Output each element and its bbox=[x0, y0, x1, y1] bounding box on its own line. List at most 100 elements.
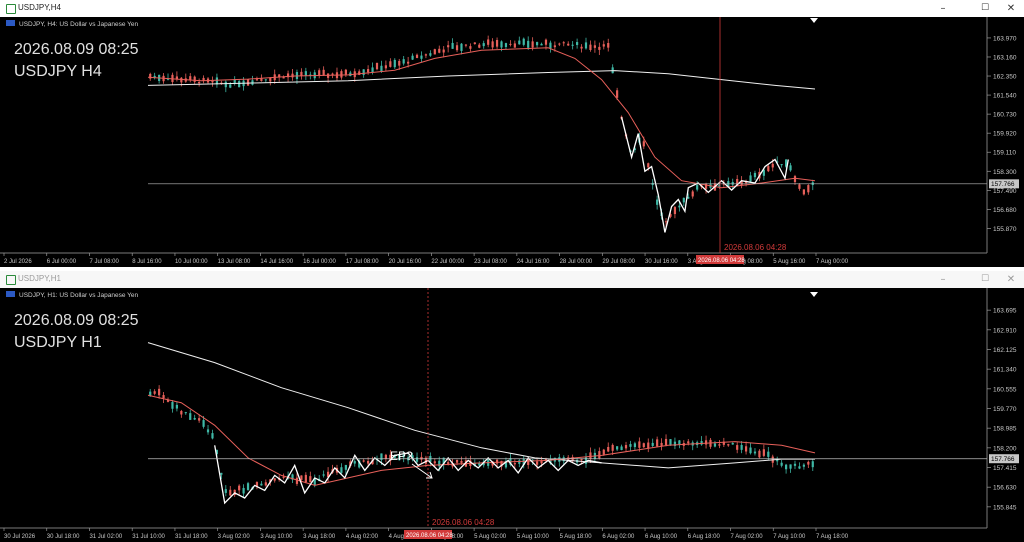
window-titlebar-h4[interactable]: USDJPY,H4 – ☐ ✕ bbox=[0, 0, 1024, 18]
candle-body bbox=[607, 446, 610, 452]
candle-body bbox=[540, 43, 543, 46]
minimize-button-h4[interactable]: – bbox=[932, 2, 954, 15]
close-button-h4[interactable]: ✕ bbox=[1000, 2, 1022, 15]
candle-body bbox=[616, 446, 619, 450]
candle-body bbox=[162, 395, 165, 399]
candle-body bbox=[273, 478, 276, 481]
candle-body bbox=[224, 489, 227, 493]
candle-body bbox=[402, 59, 405, 64]
candle-body bbox=[464, 44, 468, 46]
candle-body bbox=[282, 476, 285, 478]
close-button-h1[interactable]: ✕ bbox=[1000, 273, 1022, 286]
candle-body bbox=[664, 438, 668, 446]
time-tick-label: 6 Jul 00:00 bbox=[47, 259, 77, 265]
candle-body bbox=[580, 46, 583, 49]
time-tick-label: 20 Jul 16:00 bbox=[389, 259, 422, 265]
candle-body bbox=[242, 487, 245, 494]
candle-body bbox=[647, 442, 650, 449]
time-tick-label: 13 Jul 08:00 bbox=[218, 259, 251, 265]
price-chart-h4[interactable]: USDJPY, H4: US Dollar vs Japanese Yen 20… bbox=[0, 17, 1024, 267]
candle-body bbox=[220, 472, 223, 475]
price-tick-label: 156.680 bbox=[993, 207, 1017, 214]
candle-body bbox=[718, 444, 721, 446]
overlay-date: 2026.08.09 08:25 bbox=[14, 41, 139, 58]
price-chart-h1[interactable]: USDJPY, H1: US Dollar vs Japanese Yen 20… bbox=[0, 288, 1024, 542]
window-titlebar-h1[interactable]: USDJPY,H1 – ☐ ✕ bbox=[0, 271, 1024, 289]
candle-body bbox=[353, 461, 356, 464]
candle-body bbox=[206, 429, 210, 433]
candle-body bbox=[180, 77, 183, 83]
time-tick-label: 7 Jul 08:00 bbox=[89, 259, 119, 265]
candle-body bbox=[442, 49, 445, 53]
candle-body bbox=[255, 79, 259, 81]
candle-body bbox=[362, 460, 365, 462]
candle-body bbox=[451, 42, 454, 49]
price-tick-label: 162.910 bbox=[993, 327, 1017, 334]
flag-icon bbox=[6, 20, 15, 26]
time-tick-label: 31 Jul 18:00 bbox=[175, 534, 208, 540]
candle-body bbox=[767, 451, 770, 457]
maximize-button-h4[interactable]: ☐ bbox=[974, 2, 996, 15]
overlay-symbol: USDJPY H4 bbox=[14, 63, 102, 80]
candle-body bbox=[607, 42, 610, 48]
candle-body bbox=[678, 205, 681, 208]
candle-body bbox=[340, 71, 343, 78]
candle-body bbox=[767, 166, 770, 172]
time-tick-label: 30 Jul 16:00 bbox=[645, 259, 678, 265]
candle-body bbox=[420, 456, 423, 460]
candle-body bbox=[238, 485, 241, 491]
candle-body bbox=[211, 433, 214, 439]
candle-body bbox=[562, 42, 565, 44]
time-tick-label: 5 Aug 16:00 bbox=[773, 259, 806, 265]
price-tick-label: 158.200 bbox=[993, 445, 1017, 452]
candle-body bbox=[647, 163, 650, 168]
candle-body bbox=[447, 462, 450, 464]
candle-body bbox=[344, 464, 347, 470]
candle-body bbox=[433, 49, 436, 55]
candle-body bbox=[740, 444, 743, 450]
candle-body bbox=[731, 181, 734, 185]
time-tick-label: 16 Jul 00:00 bbox=[303, 259, 336, 265]
candle-body bbox=[727, 444, 730, 446]
crosshair-label: 2026.08.06 04:28 bbox=[432, 518, 495, 527]
price-tick-label: 163.695 bbox=[993, 308, 1017, 315]
candle-body bbox=[642, 443, 645, 448]
candle-body bbox=[304, 474, 307, 483]
candle-body bbox=[415, 457, 419, 462]
candle-body bbox=[651, 442, 654, 446]
candle-body bbox=[424, 54, 428, 56]
candle-body bbox=[807, 461, 810, 465]
candle-body bbox=[638, 441, 641, 448]
price-tick-label: 155.870 bbox=[993, 226, 1017, 233]
price-tick-label: 163.160 bbox=[993, 54, 1017, 61]
candle-body bbox=[358, 71, 361, 75]
maximize-button-h1[interactable]: ☐ bbox=[974, 273, 996, 286]
candle-body bbox=[749, 447, 752, 454]
candle-body bbox=[784, 464, 788, 470]
time-tick-label: 7 Aug 00:00 bbox=[816, 259, 849, 265]
candle-body bbox=[691, 191, 694, 197]
candle-body bbox=[553, 45, 556, 48]
price-tick-label: 163.970 bbox=[993, 35, 1017, 42]
minimize-button-h1[interactable]: – bbox=[932, 273, 954, 286]
current-price-label: 157.766 bbox=[991, 456, 1015, 463]
candle-body bbox=[713, 443, 717, 447]
time-tick-label: 17 Jul 08:00 bbox=[346, 259, 379, 265]
candle-body bbox=[229, 84, 232, 88]
candle-body bbox=[611, 444, 614, 451]
candle-body bbox=[389, 61, 392, 67]
candle-body bbox=[300, 475, 303, 480]
candle-body bbox=[549, 42, 552, 49]
chart-window-h1[interactable]: USDJPY,H1 – ☐ ✕ USDJPY, H1: US Dollar vs… bbox=[0, 271, 1024, 542]
candle-body bbox=[513, 43, 516, 48]
candle-body bbox=[264, 79, 267, 81]
flag-icon bbox=[6, 291, 15, 297]
time-tick-label: 24 Jul 16:00 bbox=[517, 259, 550, 265]
candle-body bbox=[789, 165, 792, 171]
candle-body bbox=[602, 449, 605, 455]
candle-body bbox=[380, 65, 383, 72]
chart-window-h4[interactable]: USDJPY,H4 – ☐ ✕ USDJPY, H4: US Dollar vs… bbox=[0, 0, 1024, 267]
candle-body bbox=[469, 46, 472, 49]
candle-body bbox=[793, 463, 797, 466]
candle-body bbox=[184, 412, 187, 414]
